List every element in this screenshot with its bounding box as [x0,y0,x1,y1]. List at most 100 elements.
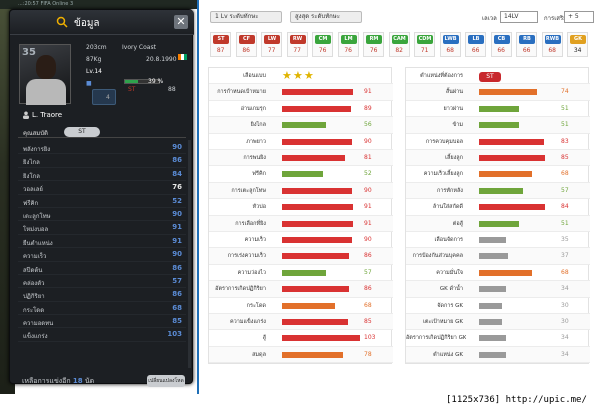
remaining-matches: เหลือการแข่งอีก 18 นัด [22,376,94,387]
stat-row: อัตราการเกิดปฏิกิริยา GK 34 [406,330,590,347]
stat-value: 30 [561,301,569,309]
position-value: 68 [548,47,556,54]
attribute-value: 76 [172,183,182,192]
popup-tabs: คุณสมบัติ ST [18,127,186,138]
tab-attributes[interactable]: คุณสมบัติ [23,128,48,138]
position-cell: RWB 68 [541,32,563,57]
stat-bar [479,105,519,112]
stat-name: ตำแหน่ง GK [433,351,463,358]
attribute-name: วอลเลย์ [23,186,43,194]
stat-row: ฟรีคิก 52 [209,166,393,183]
position-value: 68 [446,47,454,54]
attribute-value: 90 [172,143,182,151]
position-label: RM [366,35,382,44]
star-icon: ★ [293,69,303,82]
stat-bar [479,253,508,260]
stat-row: เลือนจัดการ 35 [406,232,590,249]
star-icon: ★ [304,69,314,82]
tab-position[interactable]: ST [64,127,100,137]
stat-value: 51 [561,219,569,227]
stat-bar [282,286,350,293]
attribute-name: แข็งแกร่ง [23,333,48,341]
stat-name: สั้นผ่าน [445,89,463,96]
boost-select[interactable]: + 5 [564,11,594,23]
stat-name: กระโดด [246,302,266,309]
position-value: 34 [573,47,582,54]
position-cell: ST 87 [210,32,232,57]
position-label: CM [315,35,331,44]
position-value: 77 [293,47,301,54]
position-label: RB [519,35,535,44]
attribute-list: พลังการยิง 90 ยิงไกล 86 ยิงโกล 84 วอลเลย์ 76 ฟรี… [18,141,186,342]
preferred-position-pill: ST [479,72,501,82]
person-icon [23,111,29,119]
stat-row: ความแข็งแกร่ง 85 [209,314,393,331]
stat-row: ล้านใส่สกัดดี 84 [406,199,590,216]
stat-name: เลือนจัดการ [434,237,463,243]
player-position-ovr: 88 [168,86,176,93]
stat-row-header: ตำแหน่งที่ต้องการ ST [406,68,590,85]
position-value: 77 [267,47,276,54]
attribute-value: 91 [172,223,182,232]
stat-bar [282,302,336,309]
stat-value: 103 [364,334,376,342]
attribute-value: 86 [172,263,182,272]
stats-panel: 1 Lv ระดับทักษะ สูงสุด ระดับทักษะ เลเวล … [197,0,600,411]
stat-name: ยิงไกล [250,122,266,129]
stat-name: ยาวผ่าน [443,105,463,112]
change-button[interactable]: เปลี่ยนแปลงโหด [147,375,185,387]
stat-value: 90 [364,186,372,194]
stat-value: 34 [561,334,569,342]
attribute-name: เตะลูกโทษ [23,212,51,220]
position-value: 71 [420,47,429,54]
max-skill-dropdown[interactable]: สูงสุด ระดับทักษะ [290,11,362,23]
stat-name: ความเร็ว [244,237,266,243]
stat-value: 52 [364,170,372,178]
position-badge-number: 4 [106,94,110,101]
stat-row: เลี้ยงลูก 85 [406,150,590,167]
min-skill-dropdown[interactable]: 1 Lv ระดับทักษะ [210,11,282,23]
stat-value: 35 [561,236,569,243]
stat-value: 83 [561,137,569,145]
attribute-value: 86 [172,156,182,165]
stat-row: เลือนแบบ ★ ★ ★ [209,68,393,85]
stat-value: 51 [561,121,569,129]
stat-row: ตำแหน่ง GK 34 [406,346,590,364]
position-label: RWB [544,35,561,44]
attribute-value: 52 [172,196,182,205]
stat-value: 81 [364,154,372,161]
stat-row: สั้นผ่าน 74 [406,84,590,101]
level-select[interactable]: 14LV [500,11,538,23]
stat-bar [282,122,326,129]
stat-bar [282,253,350,260]
stat-bar [479,138,544,145]
position-label: RW [289,35,306,44]
attribute-row: พลังการยิง 90 [18,141,186,155]
attribute-row: วอลเลย์ 76 [18,181,186,195]
level-progress-label: 39 % [148,78,164,85]
attribute-row: ปฏิกิริยา 86 [18,288,186,302]
position-cell: LB 66 [465,32,487,57]
close-button[interactable]: ✕ [174,15,188,29]
stat-name: สมดุล [252,351,266,358]
stat-name: ข้าม [452,122,463,129]
stat-row: การเร่งความเร็ว 86 [209,248,393,265]
player-weight: 87Kg [86,56,102,63]
stat-value: 85 [364,318,372,325]
stat-row: การกำหนดเป้าหมาย 91 [209,84,393,101]
stat-value: 91 [364,203,372,211]
stat-value: 57 [561,186,569,194]
stat-row: ความเร็ว 90 [209,232,393,249]
stat-row: อ่านเกมรุก 89 [209,101,393,118]
stat-bar [282,237,353,243]
attribute-value: 103 [167,330,182,339]
stat-name: อัตราการเกิดปฏิกิริยา [215,286,266,293]
stat-bar [479,302,503,309]
attribute-name: สปีดต้น [23,266,43,274]
attribute-scrollbar[interactable] [188,140,191,368]
stat-bar [479,319,503,325]
stat-name: GK ดำน้ำ [439,286,463,293]
avatar-head [36,55,56,79]
stat-name: จัดการ GK [437,302,463,309]
stat-bar [479,204,545,211]
